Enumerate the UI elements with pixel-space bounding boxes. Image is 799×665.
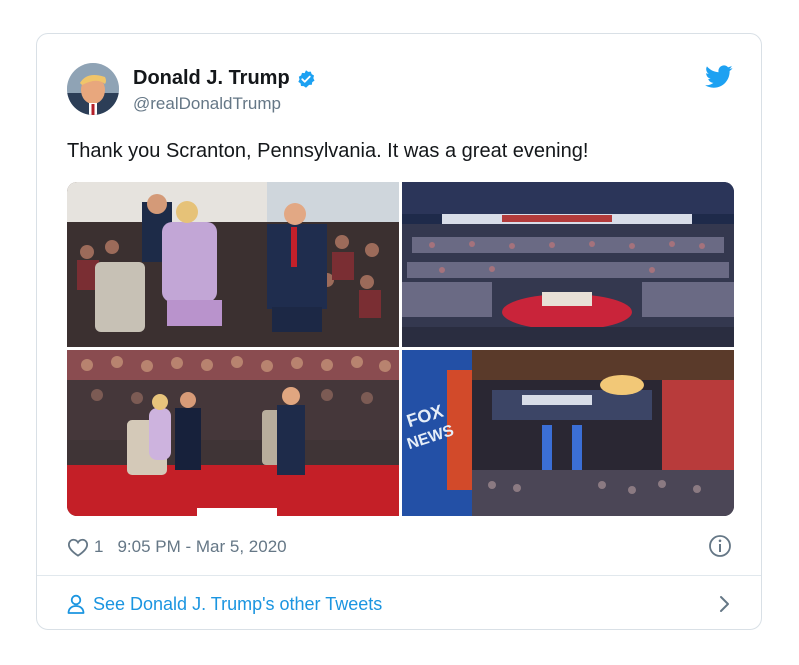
tweet-card: Donald J. Trump @realDonaldTrump Thank y… — [36, 33, 762, 630]
info-icon[interactable] — [708, 534, 732, 558]
author-handle[interactable]: @realDonaldTrump — [133, 94, 281, 114]
tweet-photo-3[interactable] — [67, 350, 399, 516]
author-name-row[interactable]: Donald J. Trump — [133, 67, 316, 90]
other-tweets-label[interactable]: See Donald J. Trump's other Tweets — [93, 594, 382, 615]
heart-icon[interactable] — [67, 537, 89, 557]
tweet-timestamp[interactable]: 9:05 PM - Mar 5, 2020 — [117, 537, 286, 557]
tweet-text: Thank you Scranton, Pennsylvania. It was… — [67, 140, 589, 162]
author-name[interactable]: Donald J. Trump — [133, 67, 290, 90]
avatar-photo — [67, 63, 119, 115]
divider — [37, 575, 761, 576]
chevron-right-icon[interactable] — [719, 595, 731, 613]
tweet-photo-2[interactable] — [402, 182, 734, 347]
avatar[interactable] — [67, 63, 119, 115]
tweet-photo-4[interactable]: FOX NEWS — [402, 350, 734, 516]
user-icon — [67, 594, 85, 614]
twitter-bird-icon[interactable] — [705, 65, 733, 89]
tweet-photo-1[interactable] — [67, 182, 399, 347]
like-count[interactable]: 1 — [94, 537, 103, 557]
verified-badge-icon — [298, 69, 315, 88]
other-tweets-link[interactable]: See Donald J. Trump's other Tweets — [67, 591, 731, 617]
photo-grid: FOX NEWS — [67, 182, 734, 516]
tweet-meta: 1 9:05 PM - Mar 5, 2020 — [67, 534, 287, 560]
